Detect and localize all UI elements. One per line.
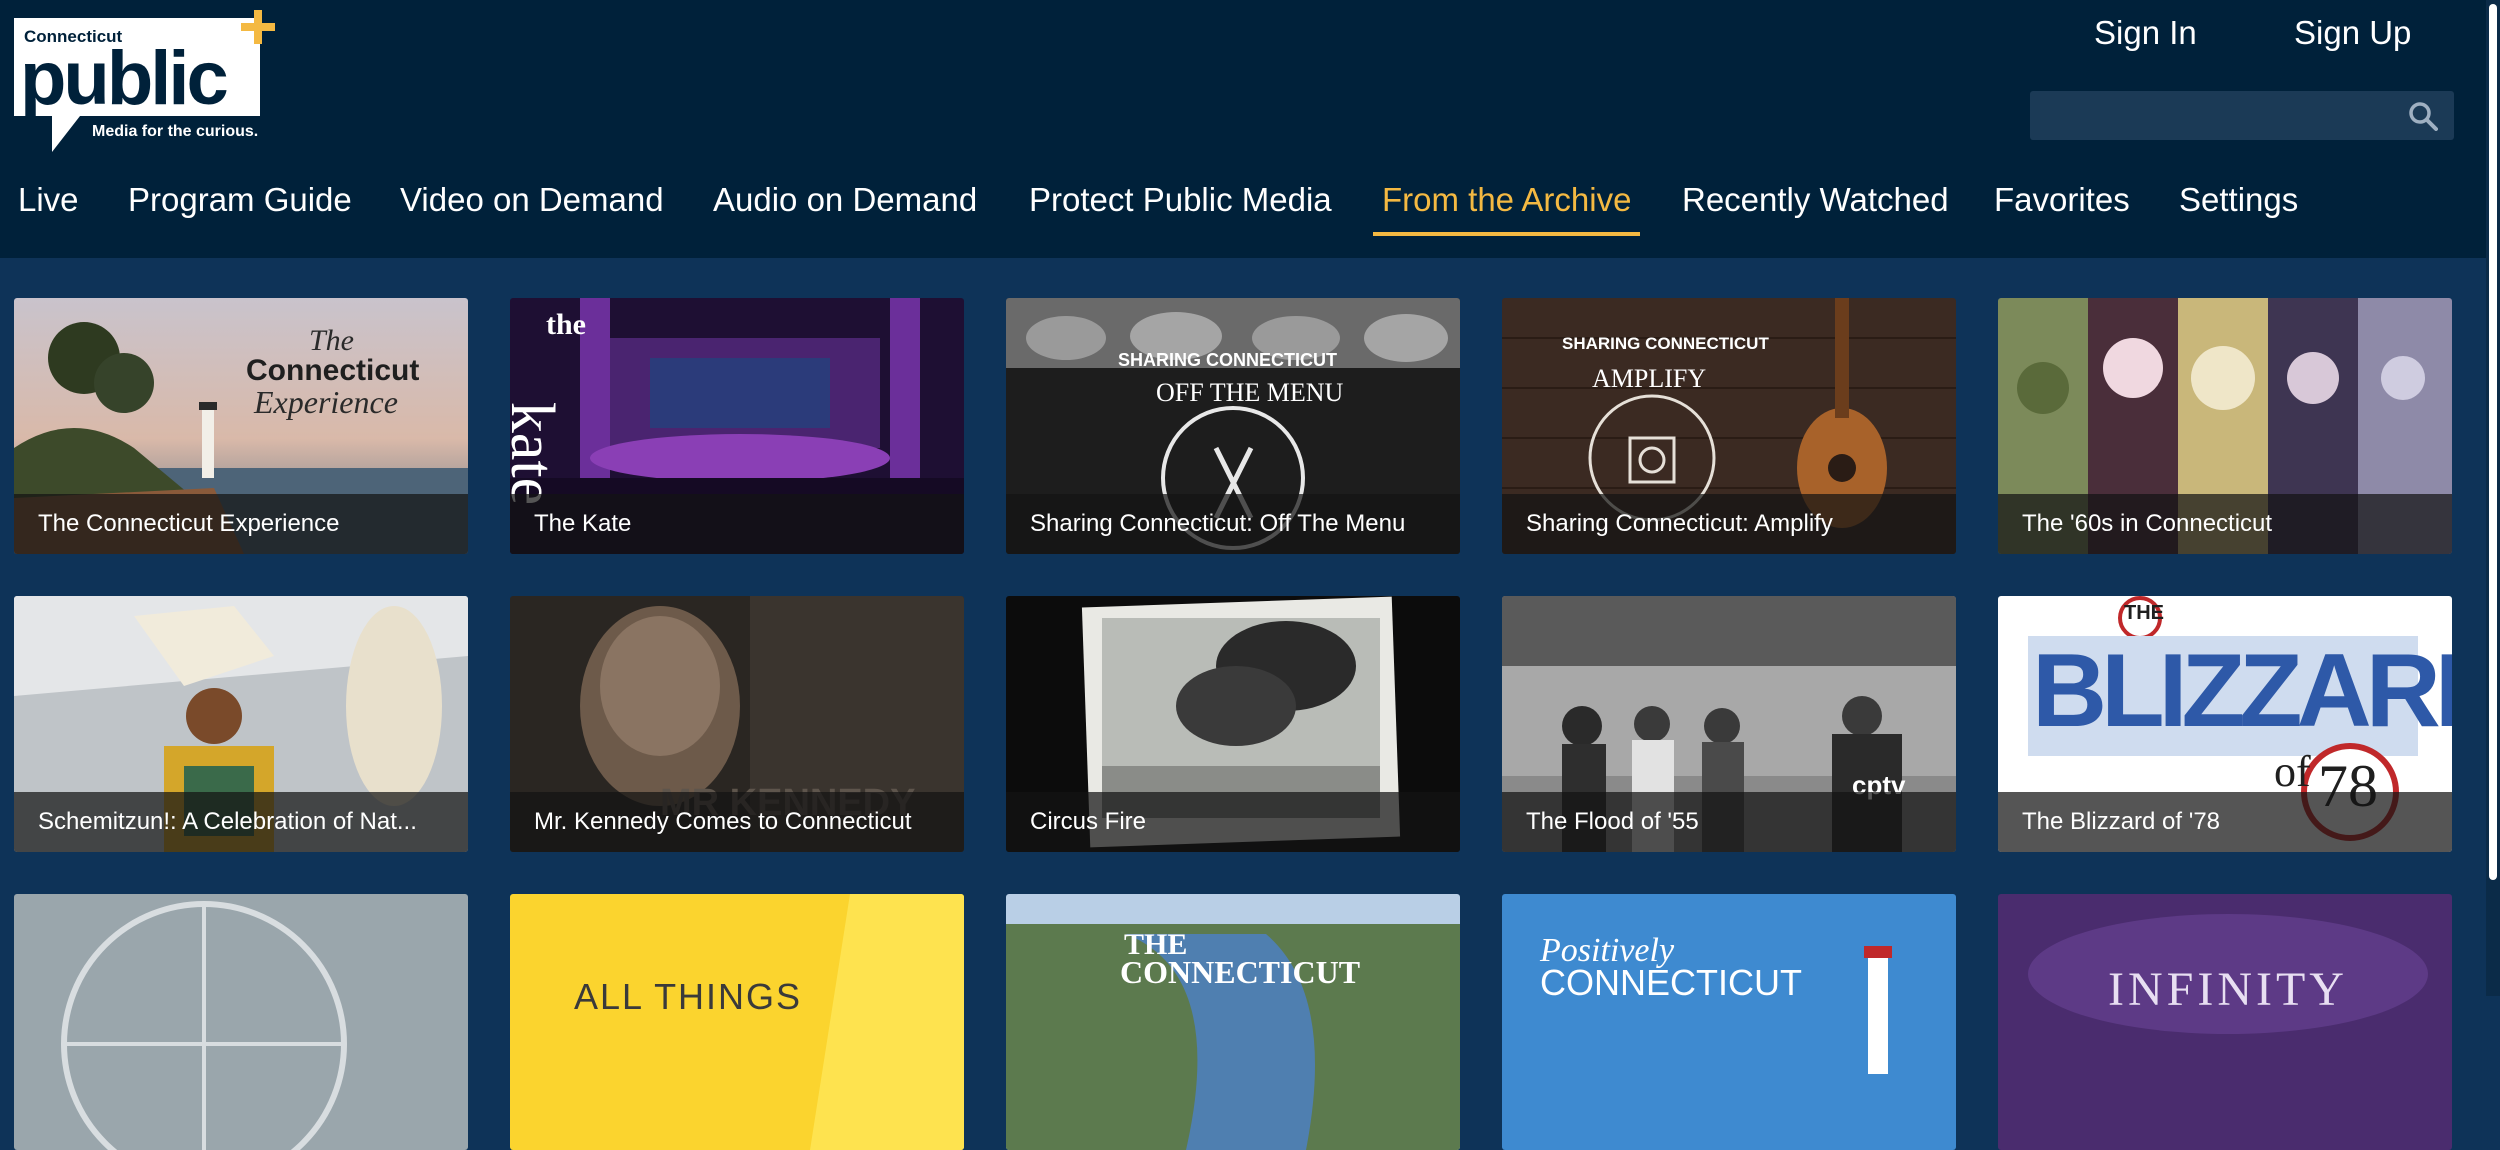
- nav-from-the-archive[interactable]: From the Archive: [1373, 170, 1641, 236]
- search-input[interactable]: [2030, 91, 2390, 140]
- art-text: of: [2274, 747, 2311, 796]
- art-text: THE: [2124, 602, 2164, 624]
- art-text: the: [546, 308, 586, 341]
- art-text: ALL THINGS: [574, 976, 803, 1017]
- card-schemitzun[interactable]: Schemitzun!: A Celebration of Nat...: [14, 596, 468, 852]
- art-text: Experience: [254, 384, 398, 420]
- card-title: The '60s in Connecticut: [1998, 494, 2452, 554]
- card-off-the-menu[interactable]: SHARING CONNECTICUT OFF THE MENU Sharing…: [1006, 298, 1460, 554]
- nav-protect-public-media[interactable]: Protect Public Media: [1029, 170, 1332, 236]
- card-the-kate[interactable]: the kate The Kate: [510, 298, 964, 554]
- card-connecticut-river[interactable]: THE CONNECTICUT: [1006, 894, 1460, 1150]
- card-title: Sharing Connecticut: Off The Menu: [1006, 494, 1460, 554]
- card-thumbnail: [510, 894, 964, 1150]
- card-thumbnail: [1998, 894, 2452, 1150]
- page-scrollbar[interactable]: [2486, 0, 2500, 996]
- card-positively-connecticut[interactable]: Positively CONNECTICUT: [1502, 894, 1956, 1150]
- art-text: SHARING CONNECTICUT: [1562, 334, 1769, 353]
- card-title: The Flood of '55: [1502, 792, 1956, 852]
- sign-in-link[interactable]: Sign In: [2094, 8, 2197, 58]
- art-text: BLIZZARD: [2032, 633, 2452, 749]
- card-unisphere[interactable]: [14, 894, 468, 1150]
- card-circus-fire[interactable]: Circus Fire: [1006, 596, 1460, 852]
- art-text: SHARING CONNECTICUT: [1118, 350, 1337, 370]
- nav-recently-watched[interactable]: Recently Watched: [1682, 170, 1949, 236]
- art-text: CONNECTICUT: [1120, 954, 1361, 990]
- connecticut-public-logo[interactable]: Connecticut public Media for the curious…: [10, 8, 285, 156]
- card-thumbnail: [1006, 894, 1460, 1150]
- card-all-things[interactable]: ALL THINGS: [510, 894, 964, 1150]
- card-title: The Connecticut Experience: [14, 494, 468, 554]
- main-nav: Live Program Guide Video on Demand Audio…: [0, 170, 2486, 236]
- nav-live[interactable]: Live: [18, 170, 79, 236]
- card-title: Schemitzun!: A Celebration of Nat...: [14, 792, 468, 852]
- card-mr-kennedy[interactable]: MR KENNEDY Mr. Kennedy Comes to Connecti…: [510, 596, 964, 852]
- card-title: Circus Fire: [1006, 792, 1460, 852]
- art-text: AMPLIFY: [1592, 364, 1707, 393]
- art-text: Connecticut: [246, 354, 420, 387]
- sign-up-link[interactable]: Sign Up: [2294, 8, 2411, 58]
- scrollbar-thumb[interactable]: [2489, 4, 2497, 880]
- nav-video-on-demand[interactable]: Video on Demand: [400, 170, 664, 236]
- card-thumbnail: [14, 894, 468, 1150]
- svg-text:public: public: [20, 36, 228, 121]
- art-text: kate: [510, 401, 567, 506]
- search-icon[interactable]: [2408, 101, 2438, 131]
- header-bar: Connecticut public Media for the curious…: [0, 0, 2486, 258]
- nav-program-guide[interactable]: Program Guide: [128, 170, 352, 236]
- art-text: OFF THE MENU: [1156, 378, 1344, 407]
- card-amplify[interactable]: SHARING CONNECTICUT AMPLIFY Sharing Conn…: [1502, 298, 1956, 554]
- card-title: Sharing Connecticut: Amplify: [1502, 494, 1956, 554]
- card-title: The Blizzard of '78: [1998, 792, 2452, 852]
- card-title: The Kate: [510, 494, 964, 554]
- art-text: INFINITY: [2108, 963, 2348, 1016]
- search-box: [2030, 91, 2454, 140]
- nav-settings[interactable]: Settings: [2179, 170, 2298, 236]
- card-blizzard-of-78[interactable]: THE BLIZZARD of 78 The Blizzard of '78: [1998, 596, 2452, 852]
- card-flood-of-55[interactable]: cptv The Flood of '55: [1502, 596, 1956, 852]
- card-infinity[interactable]: INFINITY: [1998, 894, 2452, 1150]
- card-title: Mr. Kennedy Comes to Connecticut: [510, 792, 964, 852]
- nav-audio-on-demand[interactable]: Audio on Demand: [713, 170, 977, 236]
- card-connecticut-experience[interactable]: The Connecticut Experience The Connectic…: [14, 298, 468, 554]
- art-text: The: [309, 324, 354, 357]
- card-60s-in-connecticut[interactable]: The '60s in Connecticut: [1998, 298, 2452, 554]
- nav-favorites[interactable]: Favorites: [1994, 170, 2130, 236]
- art-text: CONNECTICUT: [1540, 962, 1802, 1003]
- svg-text:Media for the curious.: Media for the curious.: [92, 123, 258, 140]
